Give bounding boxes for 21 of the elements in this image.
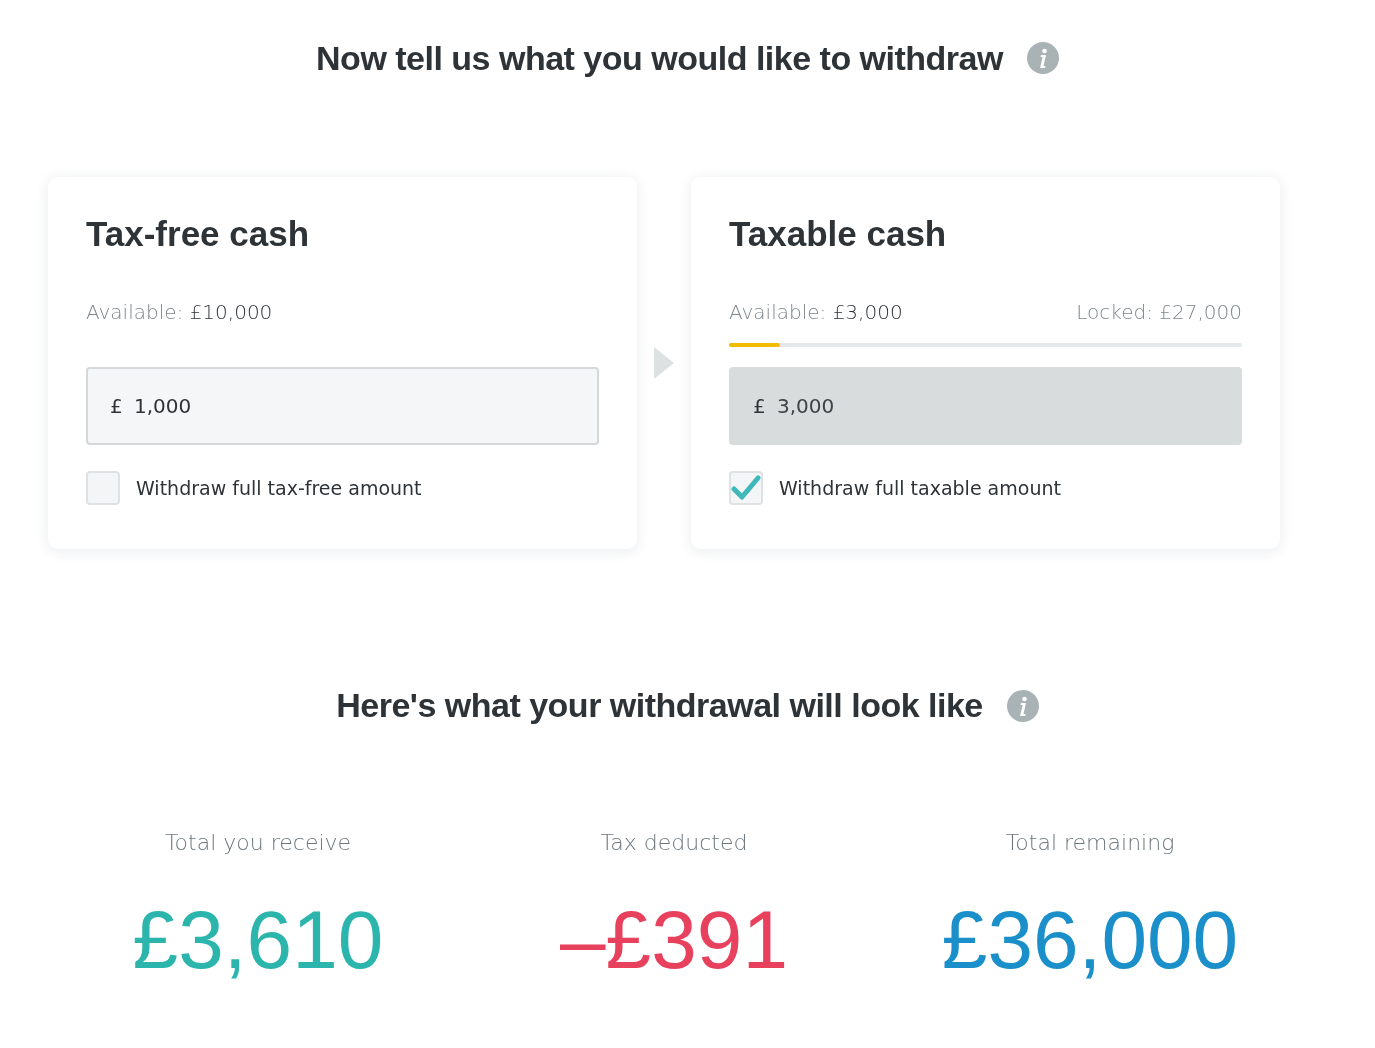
checkbox-label: Withdraw full taxable amount	[779, 476, 1061, 502]
result-label: Tax deducted	[600, 829, 748, 858]
available-amount: Available: £10,000	[86, 299, 273, 327]
triangle-icon	[653, 346, 675, 381]
available-amount: Available: £3,000	[729, 299, 903, 327]
result-value: £3,610	[132, 899, 384, 982]
result-label: Total remaining	[1005, 829, 1175, 858]
card-title: Tax-free cash	[86, 214, 311, 254]
result-label: Total you receive	[164, 829, 352, 858]
result-value: –£391	[560, 899, 788, 982]
currency-symbol: £	[753, 393, 766, 421]
card-title: Taxable cash	[729, 214, 948, 254]
info-icon[interactable]	[1006, 689, 1039, 722]
section-heading: Now tell us what you would like to withdraw	[316, 38, 1003, 79]
result-value: £36,000	[941, 899, 1239, 982]
checkbox[interactable]	[86, 471, 120, 506]
info-icon[interactable]	[1026, 42, 1059, 75]
locked-amount: Locked: £27,000	[1076, 299, 1242, 327]
currency-symbol: £	[110, 393, 123, 421]
section-heading: Here's what your withdrawal will look like	[336, 685, 983, 727]
checkbox-label: Withdraw full tax-free amount	[136, 476, 422, 502]
